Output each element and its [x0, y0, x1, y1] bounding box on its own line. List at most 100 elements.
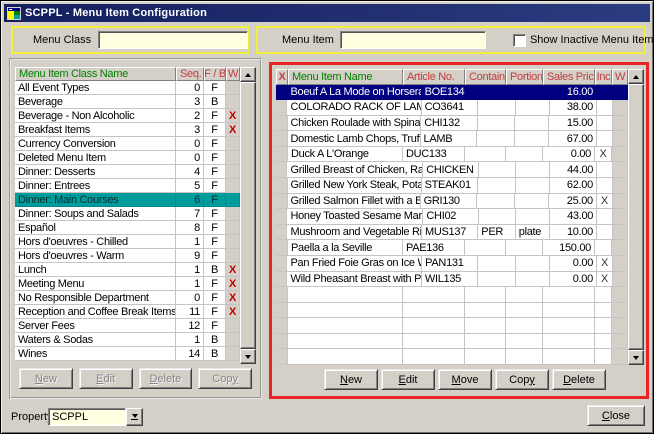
class-table-row[interactable]: Español 8 F	[15, 221, 240, 235]
container-cell	[478, 100, 516, 116]
col-header-fb[interactable]: F / B	[204, 67, 226, 81]
item-table-row[interactable]: Boeuf A La Mode on Horseradi BOE134 16.0…	[276, 85, 628, 101]
col-header-portion[interactable]: Portion	[506, 69, 543, 85]
col-header-class-name[interactable]: Menu Item Class Name	[15, 67, 176, 81]
class-table-row[interactable]: Lunch 1 B X	[15, 263, 240, 277]
container-cell	[478, 178, 516, 194]
article-cell	[403, 287, 465, 303]
container-cell	[478, 116, 516, 132]
seq-cell: 4	[176, 165, 204, 179]
class-table-row[interactable]: Wines 14 B	[15, 347, 240, 361]
class-table-row[interactable]: Dinner: Soups and Salads 7 F	[15, 207, 240, 221]
item-table-scrollbar[interactable]	[628, 69, 644, 365]
item-w-cell	[612, 147, 628, 163]
class-table-row[interactable]: Waters & Sodas 1 B	[15, 333, 240, 347]
title-bar[interactable]: SCPPL - Menu Item Configuration	[4, 4, 650, 22]
class-edit-button[interactable]: Edit	[79, 368, 133, 389]
item-table-row[interactable]: Grilled Breast of Chicken, Rago CHICKEN …	[276, 162, 628, 178]
item-delete-button[interactable]: Delete	[552, 369, 606, 390]
class-table-row[interactable]: Reception and Coffee Break Items 11 F X	[15, 305, 240, 319]
item-table-row[interactable]: Wild Pheasant Breast with Prui WIL135 0.…	[276, 272, 628, 288]
class-table-scrollbar[interactable]	[240, 67, 256, 364]
item-table-row[interactable]: Pan Fried Foie Gras on Ice Wir PAN131 0.…	[276, 256, 628, 272]
item-table-row[interactable]: Paella a la Seville PAE136 150.00	[276, 240, 628, 256]
col-header-inc[interactable]: Inc	[595, 69, 612, 85]
property-combo-input[interactable]	[48, 408, 126, 426]
col-header-seq[interactable]: Seq.	[176, 67, 204, 81]
col-header-price[interactable]: Sales Price	[543, 69, 595, 85]
item-move-button[interactable]: Move	[438, 369, 492, 390]
class-table-row[interactable]: Hors d'oeuvres - Chilled 1 F	[15, 235, 240, 249]
item-w-cell	[612, 303, 628, 319]
scroll-up-button[interactable]	[628, 69, 644, 84]
class-table-row[interactable]: Beverage 3 B	[15, 95, 240, 109]
item-table-row[interactable]	[276, 287, 628, 303]
scroll-up-button[interactable]	[240, 67, 256, 82]
class-table-row[interactable]: Currency Conversion 0 F	[15, 137, 240, 151]
item-table-row[interactable]: Duck A L'Orange DUC133 0.00 X	[276, 147, 628, 163]
inc-cell	[597, 131, 613, 147]
item-table-row[interactable]	[276, 303, 628, 319]
col-header-x[interactable]: X	[276, 69, 288, 85]
item-table-row[interactable]: Grilled New York Steak, Potato STEAK01 6…	[276, 178, 628, 194]
menu-class-input[interactable]	[98, 31, 248, 49]
menu-item-input[interactable]	[340, 31, 486, 49]
scroll-down-button[interactable]	[628, 350, 644, 365]
col-header-container[interactable]: Container	[465, 69, 506, 85]
triangle-up-icon	[245, 73, 251, 77]
article-cell: CO3641	[422, 100, 478, 116]
item-new-button[interactable]: New	[324, 369, 378, 390]
inc-cell	[595, 318, 612, 334]
menu-class-group: Menu Class	[11, 26, 249, 54]
portion-cell	[506, 147, 543, 163]
item-edit-button[interactable]: Edit	[381, 369, 435, 390]
class-name-cell: Reception and Coffee Break Items	[15, 305, 176, 319]
class-table-row[interactable]: Breakfast Items 3 F X	[15, 123, 240, 137]
close-button[interactable]: Close	[587, 405, 645, 426]
class-table-row[interactable]: All Event Types 0 F	[15, 81, 240, 95]
class-table-row[interactable]: Deleted Menu Item 0 F	[15, 151, 240, 165]
item-table-row[interactable]: COLORADO RACK OF LAMB CO3641 38.00	[276, 100, 628, 116]
item-table-row[interactable]: Grilled Salmon Fillet with a Blo GRI130 …	[276, 194, 628, 210]
class-table-row[interactable]: Beverage - Non Alcoholic 2 F X	[15, 109, 240, 123]
scrollbar-thumb[interactable]	[628, 84, 644, 350]
item-table-row[interactable]	[276, 349, 628, 365]
class-name-cell: Dinner: Desserts	[15, 165, 176, 179]
scroll-down-button[interactable]	[240, 349, 256, 364]
col-header-item-w[interactable]: W	[612, 69, 628, 85]
class-delete-button[interactable]: Delete	[139, 368, 193, 389]
class-name-cell: Dinner: Entrees	[15, 179, 176, 193]
price-cell: 25.00	[549, 194, 597, 210]
class-new-button[interactable]: New	[19, 368, 73, 389]
item-table-row[interactable]: Honey Toasted Sesame Marina CHI02 43.00	[276, 209, 628, 225]
class-table-row[interactable]: Dinner: Entrees 5 F	[15, 179, 240, 193]
seq-cell: 11	[176, 305, 204, 319]
col-header-class-w[interactable]: W	[226, 67, 240, 81]
item-table-row[interactable]: Domestic Lamb Chops, Truffle LAMB 67.00	[276, 131, 628, 147]
item-table-row[interactable]	[276, 318, 628, 334]
property-combo-dropdown-button[interactable]	[126, 408, 143, 426]
class-table-row[interactable]: Server Fees 12 F	[15, 319, 240, 333]
portion-cell	[506, 287, 543, 303]
class-table-row[interactable]: Meeting Menu 1 F X	[15, 277, 240, 291]
class-table-row[interactable]: No Responsible Department 0 F X	[15, 291, 240, 305]
class-copy-button[interactable]: Copy	[198, 368, 252, 389]
item-copy-button[interactable]: Copy	[495, 369, 549, 390]
w-cell	[226, 333, 240, 347]
class-table-row[interactable]: Dinner: Main Courses 6 F	[15, 193, 240, 207]
class-panel: Menu Item Class Name Seq. F / B W All Ev…	[9, 58, 262, 399]
article-cell: WIL135	[422, 272, 478, 288]
class-table-row[interactable]: Hors d'oeuvres - Warm 9 F	[15, 249, 240, 263]
class-table-row[interactable]: Dinner: Desserts 4 F	[15, 165, 240, 179]
scrollbar-thumb[interactable]	[240, 82, 256, 349]
col-header-item-name[interactable]: Menu Item Name	[288, 69, 403, 85]
item-table-row[interactable]	[276, 334, 628, 350]
class-name-cell: Beverage	[15, 95, 176, 109]
col-header-article[interactable]: Article No.	[403, 69, 465, 85]
show-inactive-checkbox[interactable]	[513, 34, 526, 47]
class-name-cell: Dinner: Main Courses	[15, 193, 176, 207]
item-table-row[interactable]: Mushroom and Vegetable Riso MUS137 PER p…	[276, 225, 628, 241]
seq-cell: 0	[176, 151, 204, 165]
inc-cell	[595, 240, 612, 256]
item-table-row[interactable]: Chicken Roulade with Spinach CHI132 15.0…	[276, 116, 628, 132]
